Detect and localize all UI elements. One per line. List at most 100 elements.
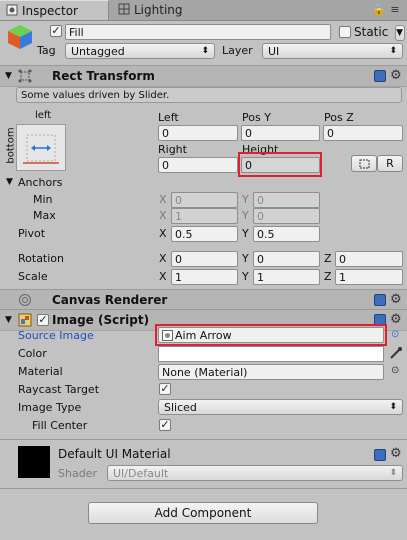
pivot-x-axis: X (159, 227, 167, 240)
fold-arrow-icon[interactable]: ▼ (5, 66, 12, 86)
scale-x-field[interactable]: 1 (171, 269, 238, 285)
pivot-label: Pivot (18, 227, 46, 240)
source-image-highlight-box (155, 324, 387, 346)
pos-y-field[interactable]: 0 (241, 125, 320, 141)
image-component-icon (18, 313, 32, 327)
canvas-renderer-icon (19, 294, 31, 306)
right-label: Right (158, 143, 187, 156)
pivot-y-field[interactable]: 0.5 (253, 226, 320, 242)
help-book-icon[interactable] (374, 294, 386, 306)
rotation-z-field[interactable]: 0 (335, 251, 403, 267)
material-picker-icon[interactable]: ⊙ (391, 365, 399, 376)
image-script-title: Image (Script) (52, 313, 150, 327)
pos-y-label: Pos Y (242, 111, 271, 124)
shader-label: Shader (58, 467, 97, 480)
anchor-min-x-axis: X (159, 193, 167, 206)
anchor-preset-top-label: left (35, 110, 52, 121)
scale-z-field[interactable]: 1 (335, 269, 403, 285)
static-checkbox[interactable] (339, 26, 351, 38)
material-title: Default UI Material (58, 447, 171, 461)
object-picker-icon[interactable]: ⊙ (391, 329, 399, 340)
image-enabled-checkbox[interactable]: ✓ (37, 314, 49, 326)
anchors-label: Anchors (18, 176, 63, 189)
static-dropdown[interactable]: ▼ (395, 25, 405, 41)
object-name-field[interactable]: Fill (65, 24, 331, 40)
anchors-fold-icon[interactable]: ▼ (6, 177, 13, 187)
material-preview-swatch (18, 446, 50, 478)
fill-center-checkbox[interactable]: ✓ (159, 419, 171, 431)
inspector-icon (6, 4, 18, 16)
right-field[interactable]: 0 (158, 157, 238, 173)
pos-z-label: Pos Z (324, 111, 354, 124)
gear-icon[interactable]: ⚙ (390, 291, 402, 309)
rotation-x-axis: X (159, 252, 167, 265)
tab-lighting-label: Lighting (134, 3, 183, 17)
canvas-renderer-title: Canvas Renderer (52, 293, 168, 307)
source-image-label: Source Image (18, 329, 94, 342)
layer-label: Layer (222, 44, 253, 57)
anchor-max-y-field: 0 (253, 208, 320, 224)
lock-icon[interactable]: 🔒 (372, 4, 386, 16)
anchor-min-y-field: 0 (253, 192, 320, 208)
scale-y-axis: Y (242, 270, 249, 283)
fold-arrow-icon[interactable]: ▼ (5, 310, 12, 330)
image-type-label: Image Type (18, 401, 82, 414)
tag-label: Tag (37, 44, 56, 57)
tab-inspector[interactable]: Inspector (0, 0, 109, 20)
rect-transform-title: Rect Transform (52, 69, 155, 83)
active-checkbox[interactable]: ✓ (50, 25, 62, 37)
layer-dropdown[interactable]: UI ⬍ (262, 43, 403, 59)
anchor-max-label: Max (33, 209, 56, 222)
anchor-min-y-axis: Y (242, 193, 249, 206)
canvas-renderer-header[interactable]: Canvas Renderer ⚙ (0, 289, 407, 311)
gear-icon[interactable]: ⚙ (390, 67, 402, 85)
rotation-label: Rotation (18, 252, 65, 265)
gear-icon[interactable]: ⚙ (390, 311, 402, 329)
gameobject-cube-icon (8, 25, 32, 49)
static-label: Static (354, 25, 389, 39)
raycast-target-label: Raycast Target (18, 383, 100, 396)
image-type-dropdown[interactable]: Sliced ⬍ (158, 399, 403, 415)
anchor-max-x-axis: X (159, 209, 167, 222)
tab-bar: Inspector Lighting 🔒 ≡ (0, 0, 407, 21)
shader-dropdown[interactable]: UI/Default ⬍ (107, 465, 403, 481)
tag-dropdown[interactable]: Untagged ⬍ (65, 43, 215, 59)
pos-z-field[interactable]: 0 (323, 125, 403, 141)
scale-label: Scale (18, 270, 48, 283)
anchor-preset-side-label: bottom (5, 127, 17, 164)
gear-icon[interactable]: ⚙ (390, 445, 402, 463)
rotation-y-axis: Y (242, 252, 249, 265)
tab-inspector-label: Inspector (22, 4, 78, 18)
rotation-y-field[interactable]: 0 (253, 251, 320, 267)
left-label: Left (158, 111, 179, 124)
eyedropper-icon[interactable] (389, 346, 403, 360)
driven-by-info: Some values driven by Slider. (16, 87, 402, 103)
add-component-button[interactable]: Add Component (88, 502, 318, 524)
material-field[interactable]: None (Material) (158, 364, 384, 380)
rect-transform-header[interactable]: ▼ Rect Transform ⚙ (0, 65, 407, 87)
scale-z-axis: Z (324, 270, 332, 283)
scale-x-axis: X (159, 270, 167, 283)
rotation-z-axis: Z (324, 252, 332, 265)
anchor-max-y-axis: Y (242, 209, 249, 222)
section-divider (0, 488, 407, 489)
material-label: Material (18, 365, 63, 378)
pivot-y-axis: Y (242, 227, 249, 240)
color-swatch[interactable] (158, 346, 384, 362)
menu-icon[interactable]: ≡ (389, 4, 401, 16)
left-field[interactable]: 0 (158, 125, 238, 141)
blueprint-mode-button[interactable] (351, 155, 377, 172)
help-book-icon[interactable] (374, 70, 386, 82)
anchor-min-x-field: 0 (171, 192, 238, 208)
fill-center-label: Fill Center (32, 419, 88, 432)
rotation-x-field[interactable]: 0 (171, 251, 238, 267)
anchor-preset-button[interactable] (16, 124, 66, 171)
rect-transform-icon (18, 69, 32, 83)
anchor-max-x-field: 1 (171, 208, 238, 224)
tab-lighting[interactable]: Lighting (112, 0, 212, 20)
pivot-x-field[interactable]: 0.5 (171, 226, 238, 242)
scale-y-field[interactable]: 1 (253, 269, 320, 285)
raycast-target-checkbox[interactable]: ✓ (159, 383, 171, 395)
help-book-icon[interactable] (374, 449, 386, 461)
raw-edit-button[interactable]: R (377, 155, 403, 172)
